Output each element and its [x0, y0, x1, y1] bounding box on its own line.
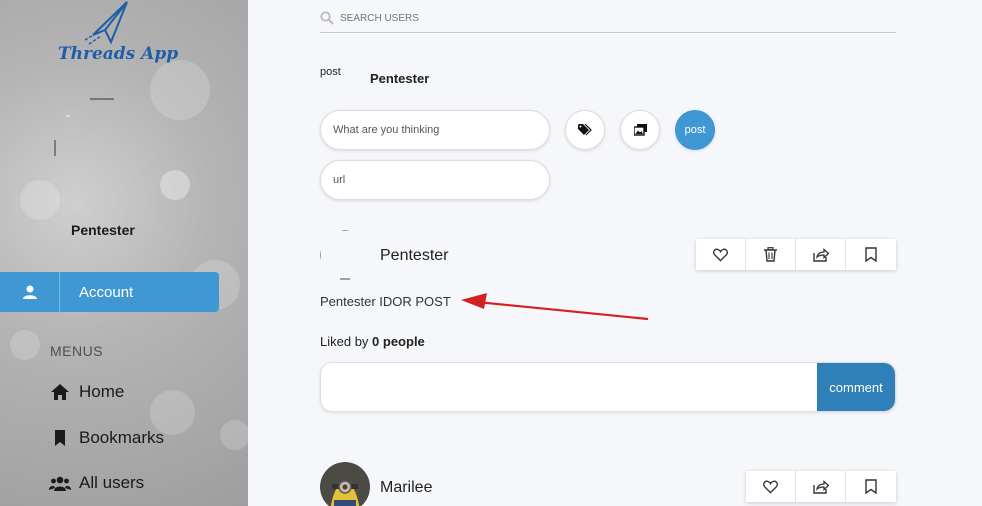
sidebar-username: Pentester [71, 222, 135, 238]
sidebar-item-label: Bookmarks [79, 428, 165, 447]
post-text: Pentester IDOR POST [320, 294, 451, 309]
share-icon [812, 479, 829, 494]
image-button[interactable] [620, 110, 660, 150]
annotation-arrow [461, 293, 649, 321]
tags-icon [578, 124, 592, 136]
post-text-input[interactable]: What are you thinking [320, 110, 550, 150]
share-button[interactable] [796, 239, 846, 270]
sidebar: Threads App Pentester Account MENUS Home… [0, 0, 248, 506]
delete-button[interactable] [746, 239, 796, 270]
post-button[interactable]: post [675, 110, 715, 150]
heart-icon [713, 248, 728, 262]
post-username[interactable]: Pentester [380, 247, 448, 265]
user-icon [0, 272, 60, 312]
likes-prefix: Liked by [320, 334, 369, 349]
sidebar-item-label: All users [79, 473, 145, 492]
menus-heading: MENUS [50, 343, 104, 359]
search-bar[interactable] [320, 4, 896, 33]
post-avatar [320, 230, 350, 280]
share-button[interactable] [796, 471, 846, 502]
heart-icon [763, 480, 778, 494]
like-button[interactable] [696, 239, 746, 270]
comment-form: comment [320, 362, 896, 412]
post-actions [696, 239, 896, 270]
comment-input[interactable] [321, 363, 817, 411]
search-icon [320, 11, 334, 25]
composer-avatar-alt: post [320, 66, 341, 78]
comment-button[interactable]: comment [817, 363, 895, 411]
sidebar-item-label: Home [79, 382, 125, 401]
post-username[interactable]: Marilee [380, 479, 432, 497]
users-icon [49, 473, 71, 493]
bookmark-icon [49, 428, 71, 448]
home-icon [49, 382, 71, 402]
app-logo-text[interactable]: Threads App [58, 44, 178, 64]
bookmark-icon [865, 479, 877, 494]
sidebar-item-home[interactable]: Home [49, 382, 124, 402]
likes-count: Liked by 0 people [320, 334, 425, 349]
sidebar-item-account[interactable]: Account [0, 272, 219, 312]
images-icon [633, 124, 647, 136]
sidebar-item-bookmarks[interactable]: Bookmarks [49, 428, 164, 448]
post-avatar [320, 462, 370, 506]
post-url-input[interactable]: url [320, 160, 550, 200]
profile-avatar [54, 98, 114, 156]
share-icon [812, 247, 829, 262]
sidebar-item-all-users[interactable]: All users [49, 473, 144, 493]
trash-icon [764, 247, 777, 262]
tag-button[interactable] [565, 110, 605, 150]
bookmark-button[interactable] [846, 471, 896, 502]
composer-username: Pentester [370, 71, 430, 86]
like-button[interactable] [746, 471, 796, 502]
post-actions [746, 471, 896, 502]
bookmark-button[interactable] [846, 239, 896, 270]
likes-value: 0 people [372, 334, 425, 349]
bookmark-icon [865, 247, 877, 262]
sidebar-item-label: Account [79, 283, 134, 301]
search-input[interactable] [340, 12, 740, 24]
